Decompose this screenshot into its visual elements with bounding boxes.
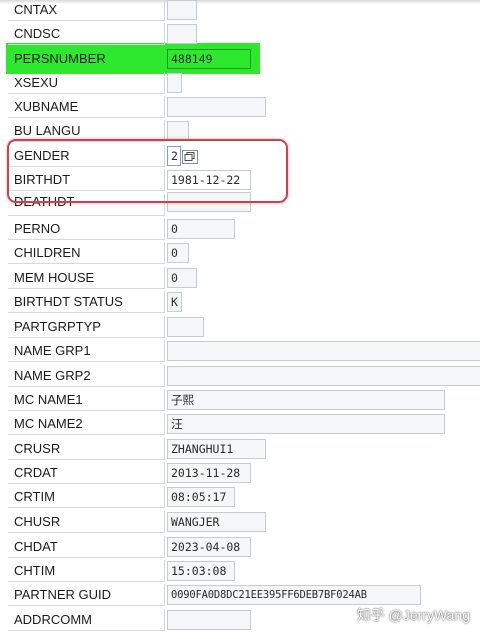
field-label: NAME GRP1 [14, 343, 91, 358]
field-label: ADDRCOMM [14, 612, 92, 627]
field-label: CHILDREN [14, 245, 81, 260]
row-mem-house: MEM HOUSE 0 [0, 266, 480, 290]
field-label: CHUSR [14, 514, 61, 529]
name-grp2-input[interactable] [167, 366, 480, 386]
field-label: CRTIM [14, 489, 55, 504]
field-label: CHTIM [14, 563, 56, 578]
addrcomm-input[interactable] [167, 610, 251, 630]
field-label: CNDSC [14, 26, 61, 41]
field-label: PARTNER GUID [14, 587, 112, 602]
field-label: NAME GRP2 [14, 368, 91, 383]
screenshot-stage: CNTAX CNDSC PERSNUMBER 488149 XSEXU XUBN… [0, 0, 480, 639]
row-name-grp1: NAME GRP1 [0, 339, 480, 363]
row-crtim: CRTIM 08:05:17 [0, 485, 480, 509]
row-partgrptyp: PARTGRPTYP [0, 315, 480, 339]
field-label: CRUSR [14, 441, 61, 456]
birthdt-status-input[interactable]: K [167, 292, 182, 312]
field-label: MC NAME1 [14, 392, 83, 407]
field-label: CHDAT [14, 539, 58, 554]
row-cndsc: CNDSC [0, 22, 480, 46]
row-crusr: CRUSR ZHANGHUI1 [0, 437, 480, 461]
mc-name1-input[interactable]: 子熙 [167, 390, 445, 410]
field-label: XUBNAME [14, 99, 79, 114]
cndsc-input[interactable] [167, 24, 197, 44]
row-chdat: CHDAT 2023-04-08 [0, 535, 480, 559]
row-children: CHILDREN 0 [0, 241, 480, 265]
partgrptyp-input[interactable] [167, 317, 204, 337]
field-label: BIRTHDT STATUS [14, 294, 123, 309]
row-chtim: CHTIM 15:03:08 [0, 559, 480, 583]
row-perno: PERNO 0 [0, 217, 480, 241]
field-label: BU LANGU [14, 123, 81, 138]
mem-house-input[interactable]: 0 [167, 268, 197, 288]
xubname-input[interactable] [167, 97, 266, 117]
mc-name2-input[interactable]: 汪 [167, 414, 445, 434]
persnumber-input[interactable]: 488149 [167, 49, 251, 69]
field-label: CNTAX [14, 2, 58, 17]
field-label: XSEXU [14, 75, 59, 90]
chdat-input[interactable]: 2023-04-08 [167, 537, 251, 557]
perno-input[interactable]: 0 [167, 219, 235, 239]
crusr-input[interactable]: ZHANGHUI1 [167, 439, 266, 459]
children-input[interactable]: 0 [167, 243, 189, 263]
crtim-input[interactable]: 08:05:17 [167, 487, 235, 507]
row-partner-guid: PARTNER GUID 0090FA0D8DC21EE395FF6DEB7BF… [0, 583, 480, 607]
row-crdat: CRDAT 2013-11-28 [0, 461, 480, 485]
cntax-input[interactable] [167, 0, 197, 20]
row-xsexu: XSEXU [0, 71, 480, 95]
field-label: MEM HOUSE [14, 270, 95, 285]
row-persnumber: PERSNUMBER 488149 [0, 47, 480, 71]
field-label: PERSNUMBER [14, 51, 106, 66]
chusr-input[interactable]: WANGJER [167, 512, 266, 532]
partner-guid-input[interactable]: 0090FA0D8DC21EE395FF6DEB7BF024AB [167, 585, 421, 605]
bu-langu-input[interactable] [167, 121, 189, 141]
watermark: 知乎 @JerryWang [356, 607, 470, 623]
xsexu-checkbox[interactable] [167, 73, 182, 93]
chtim-input[interactable]: 15:03:08 [167, 561, 235, 581]
field-label: PARTGRPTYP [14, 319, 101, 334]
row-name-grp2: NAME GRP2 [0, 364, 480, 388]
field-label: PERNO [14, 221, 61, 236]
row-chusr: CHUSR WANGJER [0, 510, 480, 534]
row-mc-name1: MC NAME1 子熙 [0, 388, 480, 412]
crdat-input[interactable]: 2013-11-28 [167, 463, 251, 483]
field-label: MC NAME2 [14, 416, 83, 431]
row-birthdt-status: BIRTHDT STATUS K [0, 290, 480, 314]
row-cntax: CNTAX [0, 0, 480, 22]
name-grp1-input[interactable] [167, 341, 480, 361]
row-mc-name2: MC NAME2 汪 [0, 412, 480, 436]
row-xubname: XUBNAME [0, 95, 480, 119]
field-label: CRDAT [14, 465, 58, 480]
gender-birthdt-annotation-box [7, 139, 288, 203]
